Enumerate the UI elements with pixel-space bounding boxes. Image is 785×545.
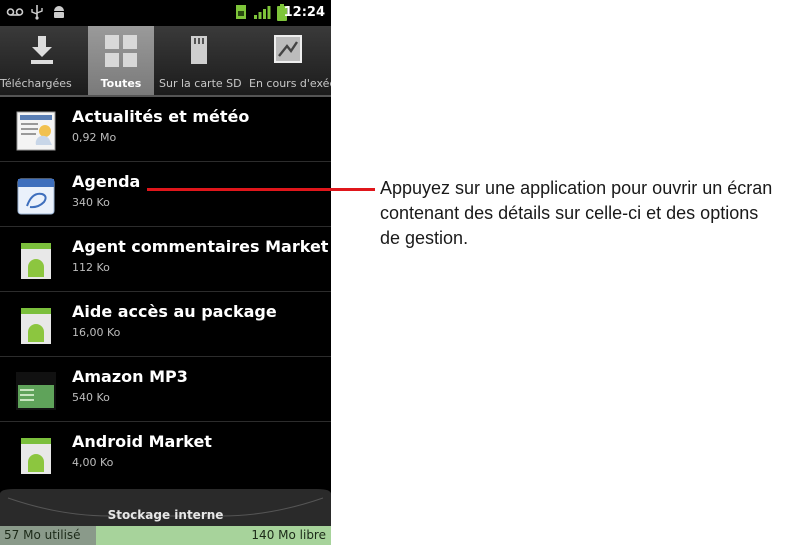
app-name: Actualités et météo — [72, 107, 250, 126]
sim-icon — [235, 4, 247, 24]
app-size: 0,92 Mo — [72, 131, 117, 144]
list-item[interactable]: Agenda 340 Ko — [0, 162, 331, 227]
storage-label: Stockage interne — [107, 508, 224, 522]
download-icon — [28, 34, 56, 70]
tab-all[interactable]: Toutes — [88, 26, 154, 95]
news-weather-icon — [14, 109, 58, 153]
sd-card-icon — [188, 34, 210, 70]
app-size: 340 Ko — [72, 196, 110, 209]
amazon-mp3-icon — [14, 369, 58, 413]
android-app-icon — [14, 304, 58, 348]
usb-icon — [30, 4, 44, 24]
running-apps-icon — [273, 34, 303, 68]
android-debug-icon — [52, 4, 66, 24]
tab-bar: Téléchargées Toutes Sur la carte SD En c… — [0, 26, 331, 97]
clock-time: 12:24 — [283, 5, 325, 20]
list-item[interactable]: Amazon MP3 540 Ko — [0, 357, 331, 422]
tab-running-label: En cours d'exécution — [249, 77, 331, 90]
callout-line — [147, 188, 375, 191]
app-size: 112 Ko — [72, 261, 110, 274]
list-item[interactable]: Actualités et météo 0,92 Mo — [0, 97, 331, 162]
android-app-icon — [14, 239, 58, 283]
list-item[interactable]: Android Market 4,00 Ko — [0, 422, 331, 487]
list-item[interactable]: Aide accès au package 16,00 Ko — [0, 292, 331, 357]
tab-downloaded[interactable]: Téléchargées — [0, 26, 84, 95]
list-item[interactable]: Agent commentaires Market 112 Ko — [0, 227, 331, 292]
storage-free-text: 140 Mo libre — [251, 528, 326, 542]
status-bar: 12:24 — [0, 0, 331, 26]
tab-downloaded-label: Téléchargées — [0, 77, 72, 90]
storage-used-text: 57 Mo utilisé — [4, 528, 81, 542]
app-size: 16,00 Ko — [72, 326, 121, 339]
app-name: Amazon MP3 — [72, 367, 188, 386]
app-size: 540 Ko — [72, 391, 110, 404]
tab-sd-card-label: Sur la carte SD — [159, 77, 242, 90]
tab-sd-card[interactable]: Sur la carte SD — [154, 26, 244, 95]
callout-text: Appuyez sur une application pour ouvrir … — [380, 178, 773, 248]
phone-screen: 12:24 Téléchargées Toutes Sur la carte S… — [0, 0, 331, 545]
app-name: Agent commentaires Market — [72, 237, 329, 256]
grid-icon — [104, 34, 138, 72]
storage-usage-bar: 57 Mo utilisé 140 Mo libre — [0, 526, 331, 545]
tab-all-label: Toutes — [100, 77, 142, 90]
calendar-icon — [14, 174, 58, 218]
app-name: Agenda — [72, 172, 141, 191]
signal-icon — [253, 4, 271, 24]
android-app-icon — [14, 434, 58, 478]
app-name: Android Market — [72, 432, 212, 451]
tab-running[interactable]: En cours d'exécution — [244, 26, 331, 95]
app-name: Aide accès au package — [72, 302, 277, 321]
storage-panel: Stockage interne 57 Mo utilisé 140 Mo li… — [0, 486, 331, 545]
voicemail-icon — [6, 4, 24, 23]
app-size: 4,00 Ko — [72, 456, 114, 469]
